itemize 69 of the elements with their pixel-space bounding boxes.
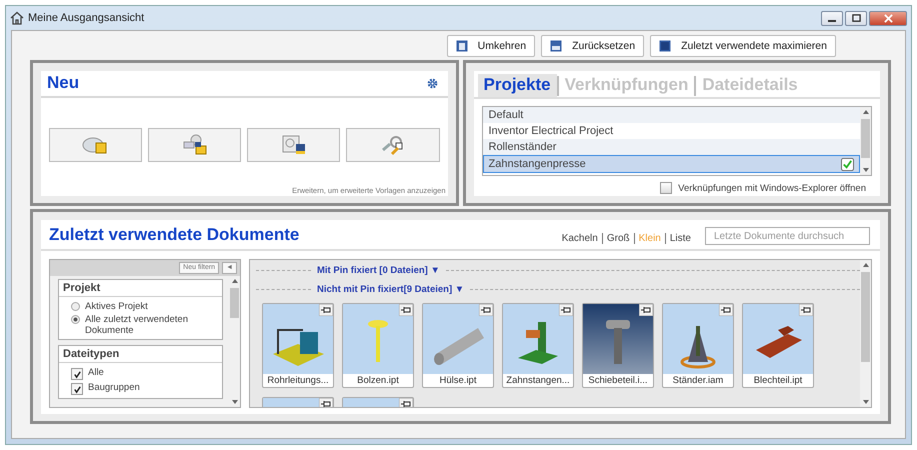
project-item[interactable]: Default — [482, 107, 860, 123]
home-icon — [10, 11, 24, 25]
option-label: Aktives Projekt — [85, 301, 148, 312]
pin-icon[interactable] — [799, 304, 813, 316]
project-item[interactable]: Zahnstangenpresse — [482, 155, 860, 173]
check-icon — [841, 158, 854, 170]
close-button[interactable] — [869, 10, 907, 26]
group-header[interactable]: Nicht mit Pin fixiert[9 Dateien] ▼ — [317, 284, 464, 295]
checkbox[interactable] — [71, 383, 83, 395]
scrollbar[interactable] — [229, 276, 240, 407]
template-button[interactable] — [247, 128, 340, 162]
file-name: Zahnstangen... — [505, 374, 571, 387]
pin-icon[interactable] — [399, 304, 413, 316]
group-header[interactable]: Mit Pin fixiert [0 Dateien] ▼ — [317, 265, 440, 276]
radio-button[interactable] — [71, 315, 80, 324]
document-thumbnail[interactable]: Blechteil.ipt — [742, 303, 814, 388]
checkbox[interactable] — [660, 182, 672, 194]
checkbox-label: Verknüpfungen mit Windows-Explorer öffnen — [678, 182, 866, 194]
pin-icon[interactable] — [479, 304, 493, 316]
view-link[interactable]: Kacheln — [562, 233, 598, 244]
view-link[interactable]: Groß — [606, 233, 630, 244]
checkbox[interactable] — [71, 368, 83, 380]
search-field[interactable]: Letzte Dokumente durchsuch — [705, 227, 870, 245]
tab[interactable]: Projekte — [478, 74, 557, 97]
radio-button[interactable] — [71, 302, 80, 311]
file-name: Blechteil.ipt — [752, 374, 804, 387]
settings-icon[interactable] — [426, 78, 438, 88]
document-thumbnail[interactable]: Ständer.iam — [662, 303, 734, 388]
section-title: Projekt — [59, 280, 222, 297]
project-item[interactable]: Rollenständer — [482, 139, 860, 155]
pin-icon[interactable] — [639, 304, 653, 316]
maximize-button[interactable] — [845, 10, 867, 26]
option-label: Alle zuletzt verwendeten Dokumente — [85, 314, 189, 336]
toolbar-button[interactable]: Zuletzt verwendete maximieren — [650, 35, 836, 57]
template-button[interactable] — [148, 128, 242, 162]
toolbar-button[interactable]: Umkehren — [446, 35, 536, 57]
toolbar-button[interactable]: Zurücksetzen — [541, 35, 644, 57]
window-title: Meine Ausgangsansicht — [28, 12, 144, 24]
layout-icon — [456, 40, 468, 52]
pin-icon[interactable] — [319, 304, 333, 316]
document-thumbnail[interactable]: Hülse.ipt — [422, 303, 494, 388]
file-name: Hülse.ipt — [438, 374, 478, 387]
layout-icon — [659, 40, 672, 52]
maximize-icon — [852, 14, 860, 22]
option-label: Alle — [88, 367, 104, 378]
pin-icon[interactable] — [319, 398, 333, 407]
file-name: Ständer.iam — [672, 374, 724, 387]
layout-icon — [550, 40, 562, 52]
scrollbar[interactable] — [860, 260, 871, 407]
pin-icon[interactable] — [559, 304, 573, 316]
file-name: Rohrleitungs... — [266, 374, 330, 387]
document-thumbnail[interactable]: Schiebeteil.i... — [582, 303, 654, 388]
scrollbar[interactable] — [860, 107, 871, 175]
panel-title: Neu — [47, 73, 80, 93]
view-link[interactable]: Liste — [670, 233, 691, 244]
close-icon — [884, 14, 892, 22]
minimize-button[interactable] — [821, 10, 843, 26]
file-name: Schiebeteil.i... — [587, 374, 649, 387]
file-name: Bolzen.ipt — [356, 374, 400, 387]
project-item[interactable]: Inventor Electrical Project — [482, 123, 860, 139]
document-thumbnail[interactable]: Zahnstangen... — [502, 303, 574, 388]
panel-title: Zuletzt verwendete Dokumente — [49, 225, 300, 245]
option-label: Baugruppen — [88, 382, 140, 393]
document-thumbnail[interactable]: Bolzen.ipt — [342, 303, 414, 388]
pin-icon[interactable] — [719, 304, 733, 316]
pin-icon[interactable] — [399, 398, 413, 407]
minimize-icon — [828, 20, 836, 22]
section-title: Dateitypen — [59, 346, 222, 363]
document-thumbnail[interactable]: Rohrleitungs... — [262, 303, 334, 388]
